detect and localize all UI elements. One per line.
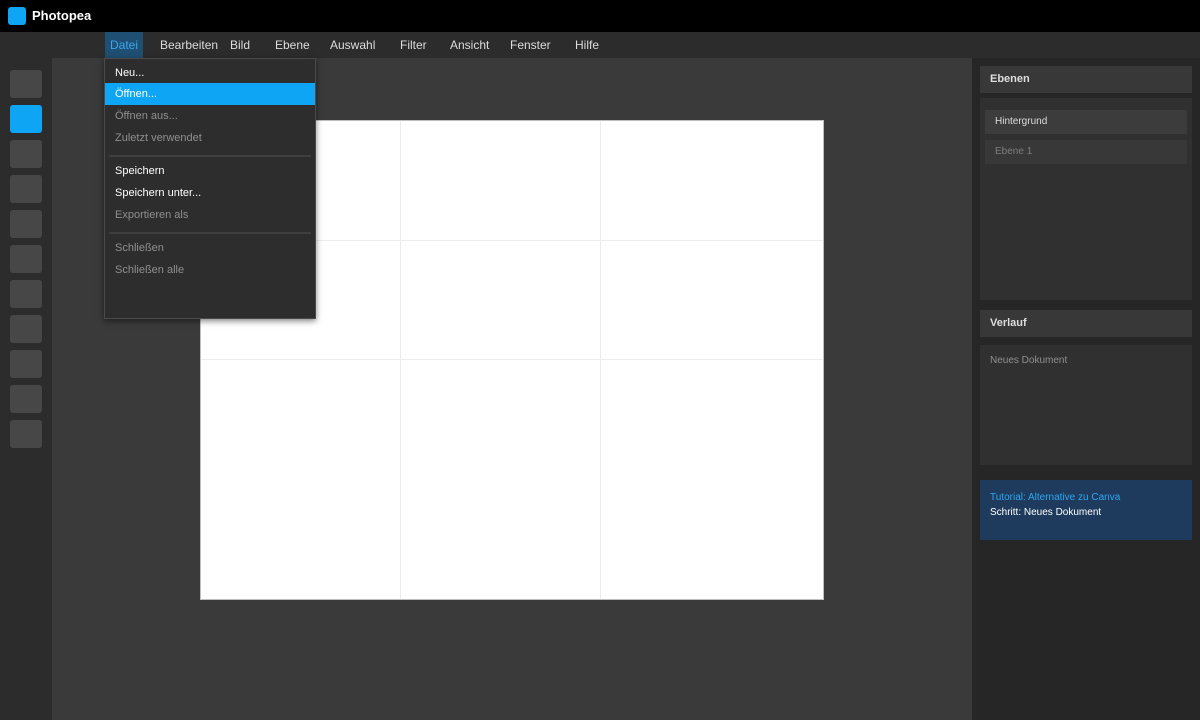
menu-item-new[interactable]: Neu... [105, 62, 315, 84]
tutorial-step: Schritt: Neues Dokument [990, 507, 1102, 518]
right-panel: Ebenen Hintergrund Ebene 1 Verlauf Neues… [972, 58, 1200, 720]
layer-row-background[interactable]: Hintergrund [985, 110, 1187, 134]
tool-button[interactable] [10, 420, 42, 448]
menu-bearbeiten[interactable]: Bearbeiten [155, 32, 223, 58]
tool-button[interactable] [10, 350, 42, 378]
tool-button[interactable] [10, 175, 42, 203]
menu-datei[interactable]: Datei [105, 32, 144, 58]
tutorial-title-link[interactable]: Tutorial: Alternative zu Canva [990, 492, 1182, 503]
title-bar: Photopea [0, 0, 1200, 32]
menu-item-save-as[interactable]: Speichern unter... [105, 182, 315, 204]
menu-item-open-from[interactable]: Öffnen aus... [105, 105, 315, 127]
menu-item-close-all[interactable]: Schließen alle [105, 259, 315, 281]
photopea-logo-icon [8, 7, 26, 25]
tool-button[interactable] [10, 280, 42, 308]
menu-item-close[interactable]: Schließen [105, 237, 315, 259]
tool-button[interactable] [10, 210, 42, 238]
menu-auswahl[interactable]: Auswahl [325, 32, 380, 58]
menu-separator [109, 232, 311, 234]
tool-button[interactable] [10, 315, 42, 343]
history-panel: Neues Dokument [980, 345, 1192, 465]
layers-panel: Hintergrund Ebene 1 [980, 98, 1192, 300]
menu-ansicht[interactable]: Ansicht [445, 32, 494, 58]
menu-separator [109, 155, 311, 157]
menu-fenster[interactable]: Fenster [505, 32, 556, 58]
tool-button[interactable] [10, 70, 42, 98]
menu-item-save[interactable]: Speichern [105, 160, 315, 182]
tool-button-selected[interactable] [10, 105, 42, 133]
file-dropdown-menu: Neu... Öffnen... Öffnen aus... Zuletzt v… [104, 58, 316, 319]
menu-hilfe[interactable]: Hilfe [570, 32, 604, 58]
tutorial-box: Tutorial: Alternative zu Canva Schritt: … [980, 480, 1192, 540]
layer-row-layer1[interactable]: Ebene 1 [985, 140, 1187, 164]
history-panel-header[interactable]: Verlauf [980, 310, 1192, 337]
menu-item-recent[interactable]: Zuletzt verwendet [105, 127, 315, 149]
menu-item-open[interactable]: Öffnen... [105, 83, 315, 105]
tool-button[interactable] [10, 140, 42, 168]
menu-bar: Datei Bearbeiten Bild Ebene Auswahl Filt… [0, 32, 1200, 58]
menu-ebene[interactable]: Ebene [270, 32, 315, 58]
layers-panel-header[interactable]: Ebenen [980, 66, 1192, 93]
guide-line [600, 121, 601, 599]
menu-item-export-as[interactable]: Exportieren als [105, 204, 315, 226]
tool-button[interactable] [10, 245, 42, 273]
guide-line [400, 121, 401, 599]
history-entry[interactable]: Neues Dokument [990, 355, 1067, 366]
app-title: Photopea [32, 8, 92, 23]
guide-line [201, 359, 823, 360]
menu-filter[interactable]: Filter [395, 32, 432, 58]
menu-bild[interactable]: Bild [225, 32, 255, 58]
tool-bar [0, 58, 52, 720]
tool-button[interactable] [10, 385, 42, 413]
